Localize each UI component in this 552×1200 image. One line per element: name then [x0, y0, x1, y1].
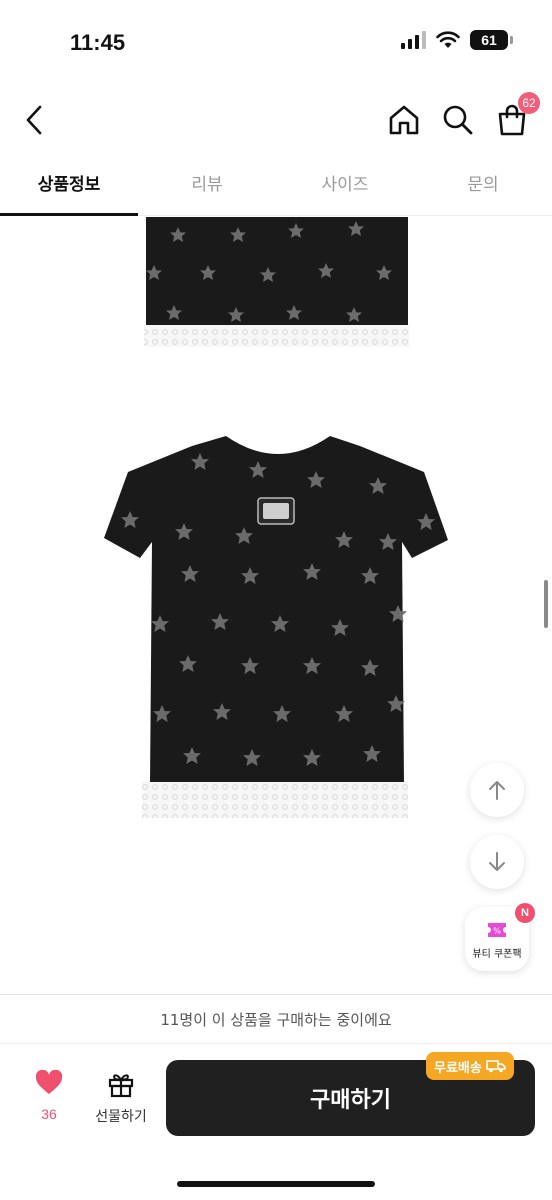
buyers-notice: 11명이 이 상품을 구매하는 중이에요	[0, 994, 552, 1044]
battery-icon: 61	[470, 30, 513, 50]
like-count: 36	[41, 1106, 57, 1122]
search-button[interactable]	[436, 98, 480, 142]
back-button[interactable]	[12, 98, 56, 142]
home-indicator	[177, 1181, 375, 1187]
product-image-top	[144, 217, 410, 347]
battery-level: 61	[481, 32, 497, 48]
purchase-bar: 36 선물하기 구매하기 무료배송	[0, 1044, 552, 1200]
status-time: 11:45	[70, 30, 126, 55]
tab-size[interactable]: 사이즈	[276, 156, 414, 215]
scroll-up-button[interactable]	[470, 763, 524, 817]
like-button[interactable]: 36	[22, 1069, 76, 1122]
truck-icon	[486, 1060, 506, 1073]
wifi-icon	[436, 31, 460, 48]
scroll-down-button[interactable]	[470, 835, 524, 889]
beauty-coupon-button[interactable]: % 뷰티 쿠폰팩 N	[465, 903, 535, 971]
status-bar: 11:45 61	[0, 0, 552, 88]
chevron-left-icon	[26, 105, 42, 135]
gift-icon	[108, 1074, 134, 1098]
arrow-up-icon	[489, 781, 505, 800]
product-tabs: 상품정보 리뷰 사이즈 문의	[0, 156, 552, 216]
gift-label: 선물하기	[95, 1109, 147, 1125]
free-shipping-badge: 무료배송	[426, 1052, 514, 1080]
free-shipping-label: 무료배송	[434, 1060, 482, 1076]
status-icons: 61	[400, 30, 513, 50]
svg-text:%: %	[493, 927, 501, 936]
cart-button[interactable]: 62	[490, 92, 540, 142]
product-detail-content	[0, 217, 552, 992]
home-button[interactable]	[382, 98, 426, 142]
scrollbar-thumb[interactable]	[544, 580, 548, 628]
product-image-tshirt	[104, 436, 448, 818]
top-nav: 62	[0, 88, 552, 152]
tab-product-info[interactable]: 상품정보	[0, 156, 138, 216]
arrow-down-icon	[489, 852, 505, 871]
search-icon	[443, 105, 473, 135]
home-icon	[389, 105, 419, 135]
heart-icon	[35, 1069, 63, 1094]
tab-inquiry[interactable]: 문의	[414, 156, 552, 215]
new-badge: N	[515, 903, 535, 923]
signal-icon	[401, 31, 426, 49]
tab-reviews[interactable]: 리뷰	[138, 156, 276, 215]
coupon-label: 뷰티 쿠폰팩	[472, 949, 522, 960]
coupon-icon: %	[488, 923, 506, 937]
cart-count-badge: 62	[518, 92, 540, 114]
gift-button[interactable]: 선물하기	[88, 1070, 154, 1126]
